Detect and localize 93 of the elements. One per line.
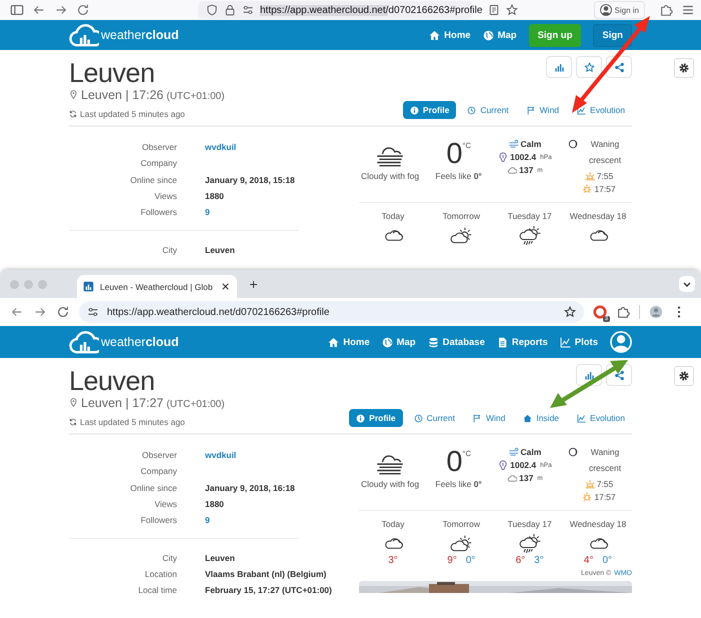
field-label: Online since	[129, 482, 177, 493]
forecast-day: Today	[382, 211, 404, 221]
nav-link[interactable]: Map	[382, 336, 416, 348]
nav-link[interactable]: Reports	[496, 336, 548, 348]
high-temperature: 6°	[516, 555, 526, 566]
forecast-day: Tuesday 17	[508, 211, 552, 221]
high-temperature: 9°	[447, 555, 457, 566]
field-label: Followers	[140, 207, 177, 218]
section-tab[interactable]: Wind	[466, 409, 512, 427]
nav-link[interactable]: Database	[428, 336, 485, 348]
timezone-text: (UTC+01:00)	[166, 91, 225, 102]
forecast-day: Today	[382, 519, 404, 529]
last-updated-text: Last updated 5 minutes ago	[80, 417, 185, 427]
station-title: Leuven	[69, 366, 156, 396]
url-text: https://app.weathercloud.net/d0702166263#profile	[260, 4, 482, 16]
cloud-base-value: 137	[519, 165, 534, 175]
condition-text: Cloudy with fog	[361, 479, 420, 489]
section-tab[interactable]: Evolution	[570, 101, 632, 119]
feels-like-text: Feels like 0°	[435, 171, 482, 181]
field-label: Observer	[141, 142, 177, 152]
sign-up-button[interactable]: Sign up	[528, 24, 582, 46]
field-value: Vlaams Brabant (nl) (Belgium)	[205, 568, 326, 579]
low-temperature: 3°	[534, 555, 544, 566]
pressure-value: 1002.4	[510, 460, 536, 470]
pressure-value: 1002.4	[510, 152, 536, 162]
forecast-day: Tuesday 17	[508, 519, 552, 529]
field-label: Company	[140, 466, 177, 476]
field-label: Company	[140, 158, 177, 168]
location-time: Leuven | 17:26	[81, 88, 164, 102]
forecast-day: Tomorrow	[442, 519, 480, 529]
field-value: January 9, 2018, 16:18	[205, 482, 295, 493]
wind-value: Calm	[520, 447, 542, 457]
field-value: Leuven	[205, 552, 235, 563]
section-tab[interactable]: Profile	[349, 409, 403, 427]
field-value: Leuven	[205, 244, 235, 255]
location-time: Leuven | 17:27	[81, 396, 164, 410]
station-title: Leuven	[69, 58, 156, 88]
tab-title: Leuven - Weathercloud | Glob	[100, 282, 214, 292]
sunset-time: 17:57	[594, 492, 616, 502]
site-logo-text[interactable]: weathercloud	[101, 335, 179, 349]
cloud-base-value: 137	[519, 473, 534, 483]
section-tab[interactable]: Evolution	[570, 409, 632, 427]
section-tab[interactable]: Profile	[402, 101, 456, 119]
field-value: 1880	[205, 191, 224, 202]
field-label: Observer	[141, 450, 177, 460]
section-tab[interactable]: Inside	[516, 409, 566, 427]
timezone-text: (UTC+01:00)	[166, 399, 225, 410]
wind-value: Calm	[520, 139, 542, 149]
temperature-value: 0	[446, 447, 462, 477]
section-tab[interactable]: Current	[460, 101, 516, 119]
sign-in-button[interactable]: Sign	[593, 24, 632, 46]
field-label: Online since	[129, 174, 177, 185]
field-value: 1880	[205, 499, 224, 510]
low-temperature: 0°	[602, 555, 612, 566]
field-label: City	[161, 552, 177, 563]
field-label: Views	[153, 191, 177, 202]
moon-phase-text: Waning crescent	[588, 446, 622, 475]
field-label: Views	[153, 499, 177, 510]
browser-tab[interactable]: Leuven - Weathercloud | Glob	[77, 275, 237, 298]
sign-in-button[interactable]: Sign in	[594, 1, 645, 19]
sunrise-time: 7:55	[596, 171, 614, 181]
sunrise-time: 7:55	[596, 479, 614, 489]
moon-phase-text: Waning crescent	[588, 138, 622, 167]
field-value: February 15, 17:27 (UTC+01:00)	[205, 585, 332, 596]
field-label: City	[161, 244, 177, 255]
url-text: https://app.weathercloud.net/d0702166263#profile	[107, 306, 330, 318]
last-updated-text: Last updated 5 minutes ago	[80, 109, 185, 119]
condition-text: Cloudy with fog	[361, 171, 420, 181]
field-link[interactable]: 9	[205, 207, 210, 218]
section-tab[interactable]: Wind	[520, 101, 566, 119]
section-tab[interactable]: Current	[406, 409, 462, 427]
high-temperature: 4°	[584, 555, 594, 566]
temperature-value: 0	[446, 139, 462, 169]
field-label: Followers	[140, 515, 177, 526]
site-logo-text[interactable]: weathercloud	[101, 28, 179, 42]
feels-like-text: Feels like 0°	[435, 479, 482, 489]
forecast-day: Wednesday 18	[570, 211, 626, 221]
field-value: January 9, 2018, 15:18	[205, 174, 295, 185]
sunset-time: 17:57	[594, 184, 616, 194]
forecast-day: Wednesday 18	[570, 519, 626, 529]
nav-link[interactable]: Plots	[560, 336, 598, 348]
forecast-day: Tomorrow	[442, 211, 480, 221]
field-link[interactable]: wvdkuil	[205, 450, 236, 460]
field-label: Local time	[137, 585, 177, 596]
nav-link[interactable]: Home	[328, 336, 370, 348]
nav-link[interactable]: Map	[482, 30, 517, 40]
field-link[interactable]: 9	[205, 515, 210, 526]
field-link[interactable]: wvdkuil	[205, 142, 236, 152]
low-temperature: 0°	[466, 555, 476, 566]
field-label: Location	[144, 568, 177, 579]
high-temperature: 3°	[388, 555, 398, 566]
address-bar[interactable]: https://app.weathercloud.net/d0702166263#profile	[79, 301, 584, 323]
nav-link[interactable]: Home	[429, 30, 471, 40]
